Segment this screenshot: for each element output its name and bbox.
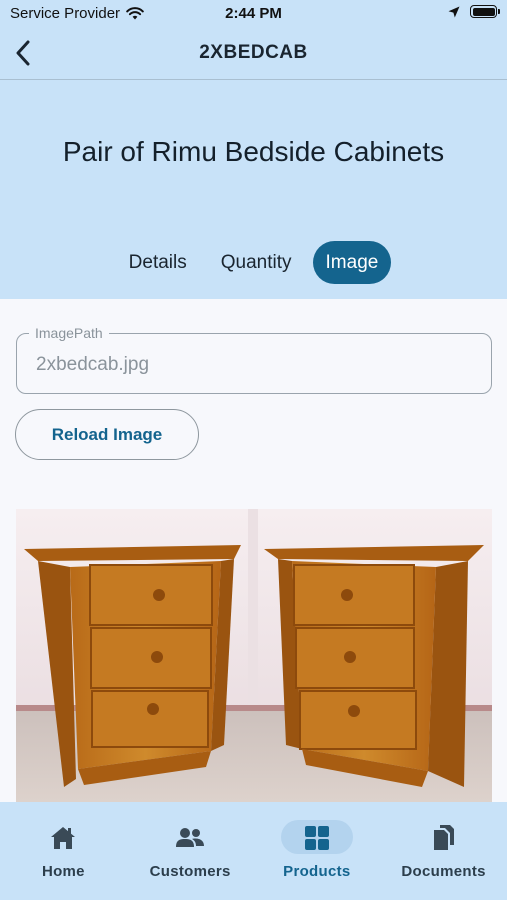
people-icon xyxy=(175,824,205,852)
clock: 2:44 PM xyxy=(225,5,282,22)
battery-icon xyxy=(470,5,500,18)
nav-home[interactable]: Home xyxy=(0,802,127,900)
grid-icon xyxy=(302,824,332,852)
tab-bar: Details Quantity Image xyxy=(0,241,507,284)
nav-customers-label: Customers xyxy=(149,863,231,880)
product-title: Pair of Rimu Bedside Cabinets xyxy=(62,136,445,167)
nav-documents-label: Documents xyxy=(401,863,486,880)
nav-products[interactable]: Products xyxy=(254,802,381,900)
bottom-navigation: Home Customers Products Documents xyxy=(0,802,507,900)
documents-icon xyxy=(429,824,459,852)
nav-documents[interactable]: Documents xyxy=(380,802,507,900)
image-path-label: ImagePath xyxy=(29,325,109,341)
image-path-field[interactable]: ImagePath 2xbedcab.jpg xyxy=(16,325,492,394)
tab-quantity[interactable]: Quantity xyxy=(208,241,305,284)
page-title: 2XBEDCAB xyxy=(199,42,308,63)
navigation-bar: 2XBEDCAB xyxy=(0,28,507,80)
image-path-value[interactable]: 2xbedcab.jpg xyxy=(36,354,149,376)
status-bar: Service Provider 2:44 PM xyxy=(0,0,507,28)
status-icons xyxy=(448,5,500,18)
bedside-cabinets-photo xyxy=(16,509,492,802)
reload-image-button[interactable]: Reload Image xyxy=(15,409,199,460)
home-icon xyxy=(48,824,78,852)
tab-details[interactable]: Details xyxy=(116,241,200,284)
tab-image[interactable]: Image xyxy=(312,241,392,284)
nav-home-label: Home xyxy=(41,863,85,880)
nav-customers[interactable]: Customers xyxy=(127,802,254,900)
location-arrow-icon xyxy=(448,6,460,17)
nav-products-label: Products xyxy=(283,863,351,880)
product-image xyxy=(16,509,492,802)
header-area: Service Provider 2:44 PM 2XBEDCAB Pair o… xyxy=(0,0,507,299)
